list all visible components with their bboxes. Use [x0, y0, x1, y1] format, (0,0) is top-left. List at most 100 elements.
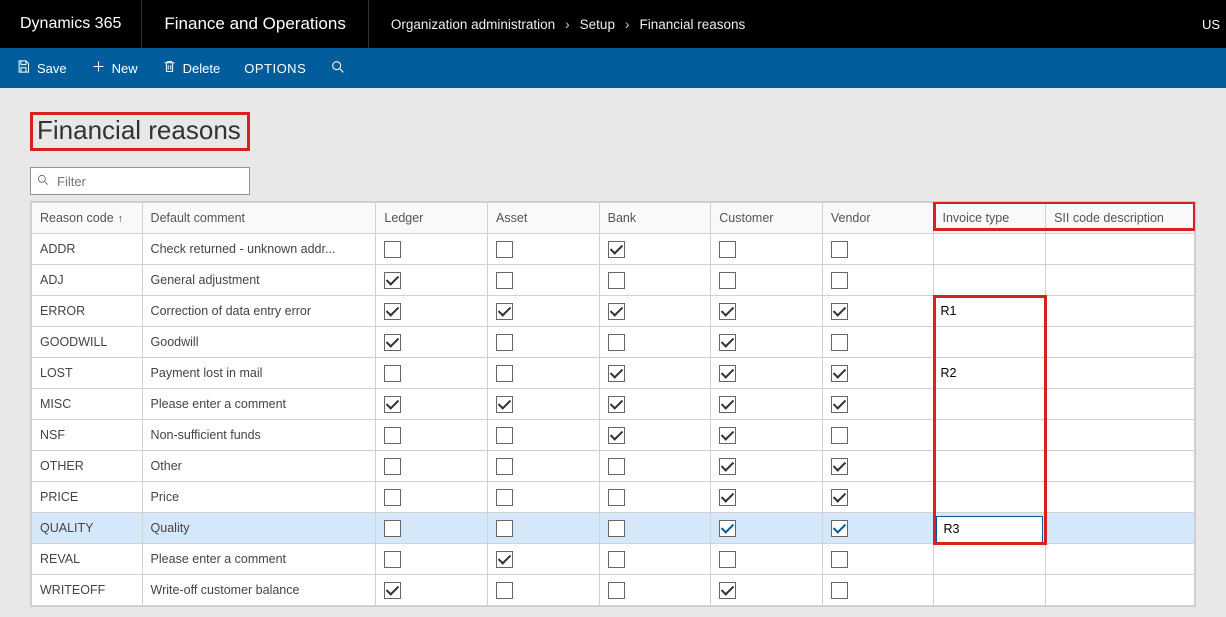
- cell-ledger[interactable]: [376, 482, 488, 513]
- checkbox[interactable]: [831, 489, 848, 506]
- cell-sii[interactable]: [1046, 234, 1195, 265]
- invoice-type-input[interactable]: [934, 420, 1045, 450]
- cell-reason-code[interactable]: ERROR: [32, 296, 143, 327]
- cell-invoice-type[interactable]: [934, 296, 1046, 327]
- table-row[interactable]: NSFNon-sufficient funds: [32, 420, 1195, 451]
- cell-asset[interactable]: [488, 327, 600, 358]
- invoice-type-input[interactable]: [934, 358, 1045, 388]
- cell-bank[interactable]: [599, 296, 711, 327]
- cell-reason-code[interactable]: ADJ: [32, 265, 143, 296]
- cell-sii[interactable]: [1046, 544, 1195, 575]
- cell-vendor[interactable]: [822, 451, 934, 482]
- invoice-type-input[interactable]: [934, 482, 1045, 512]
- cell-reason-code[interactable]: MISC: [32, 389, 143, 420]
- table-row[interactable]: ADDRCheck returned - unknown addr...: [32, 234, 1195, 265]
- checkbox[interactable]: [608, 241, 625, 258]
- cell-invoice-type[interactable]: [934, 327, 1046, 358]
- col-default-comment[interactable]: Default comment: [142, 203, 376, 234]
- cell-ledger[interactable]: [376, 327, 488, 358]
- col-customer[interactable]: Customer: [711, 203, 823, 234]
- checkbox[interactable]: [384, 520, 401, 537]
- checkbox[interactable]: [496, 241, 513, 258]
- app-title[interactable]: Finance and Operations: [142, 0, 368, 48]
- checkbox[interactable]: [608, 582, 625, 599]
- invoice-type-input[interactable]: [934, 327, 1045, 357]
- cell-ledger[interactable]: [376, 575, 488, 606]
- checkbox[interactable]: [719, 582, 736, 599]
- cell-sii[interactable]: [1046, 389, 1195, 420]
- cell-default-comment[interactable]: Payment lost in mail: [142, 358, 376, 389]
- checkbox[interactable]: [496, 489, 513, 506]
- cell-ledger[interactable]: [376, 420, 488, 451]
- cell-customer[interactable]: [711, 451, 823, 482]
- cell-vendor[interactable]: [822, 544, 934, 575]
- cell-ledger[interactable]: [376, 296, 488, 327]
- checkbox[interactable]: [496, 396, 513, 413]
- breadcrumb-item[interactable]: Financial reasons: [639, 17, 745, 32]
- cell-default-comment[interactable]: Price: [142, 482, 376, 513]
- cell-sii[interactable]: [1046, 327, 1195, 358]
- cell-asset[interactable]: [488, 575, 600, 606]
- table-row[interactable]: ERRORCorrection of data entry error: [32, 296, 1195, 327]
- cell-ledger[interactable]: [376, 358, 488, 389]
- cell-customer[interactable]: [711, 296, 823, 327]
- cell-default-comment[interactable]: Quality: [142, 513, 376, 544]
- checkbox[interactable]: [831, 520, 848, 537]
- cell-invoice-type[interactable]: [934, 575, 1046, 606]
- col-sii[interactable]: SII code description: [1046, 203, 1195, 234]
- options-button[interactable]: OPTIONS: [234, 48, 316, 88]
- checkbox[interactable]: [496, 520, 513, 537]
- checkbox[interactable]: [831, 551, 848, 568]
- table-row[interactable]: GOODWILLGoodwill: [32, 327, 1195, 358]
- col-reason-code[interactable]: Reason code↑: [32, 203, 143, 234]
- checkbox[interactable]: [384, 489, 401, 506]
- checkbox[interactable]: [384, 334, 401, 351]
- checkbox[interactable]: [831, 365, 848, 382]
- breadcrumb-item[interactable]: Organization administration: [391, 17, 555, 32]
- cell-asset[interactable]: [488, 420, 600, 451]
- cell-invoice-type[interactable]: [934, 265, 1046, 296]
- cell-customer[interactable]: [711, 482, 823, 513]
- cell-default-comment[interactable]: General adjustment: [142, 265, 376, 296]
- search-button[interactable]: [320, 48, 356, 88]
- cell-customer[interactable]: [711, 544, 823, 575]
- cell-asset[interactable]: [488, 358, 600, 389]
- checkbox[interactable]: [719, 334, 736, 351]
- save-button[interactable]: Save: [6, 48, 77, 88]
- cell-default-comment[interactable]: Please enter a comment: [142, 544, 376, 575]
- checkbox[interactable]: [608, 551, 625, 568]
- cell-ledger[interactable]: [376, 234, 488, 265]
- cell-sii[interactable]: [1046, 296, 1195, 327]
- checkbox[interactable]: [719, 365, 736, 382]
- invoice-type-input[interactable]: [934, 544, 1045, 574]
- checkbox[interactable]: [831, 334, 848, 351]
- checkbox[interactable]: [384, 396, 401, 413]
- col-invoice-type[interactable]: Invoice type: [934, 203, 1046, 234]
- filter-input[interactable]: [30, 167, 250, 195]
- cell-default-comment[interactable]: Correction of data entry error: [142, 296, 376, 327]
- cell-bank[interactable]: [599, 420, 711, 451]
- checkbox[interactable]: [384, 551, 401, 568]
- cell-default-comment[interactable]: Non-sufficient funds: [142, 420, 376, 451]
- col-asset[interactable]: Asset: [488, 203, 600, 234]
- checkbox[interactable]: [496, 582, 513, 599]
- checkbox[interactable]: [496, 303, 513, 320]
- cell-customer[interactable]: [711, 575, 823, 606]
- cell-sii[interactable]: [1046, 358, 1195, 389]
- cell-reason-code[interactable]: OTHER: [32, 451, 143, 482]
- col-ledger[interactable]: Ledger: [376, 203, 488, 234]
- cell-vendor[interactable]: [822, 513, 934, 544]
- cell-customer[interactable]: [711, 327, 823, 358]
- checkbox[interactable]: [719, 551, 736, 568]
- checkbox[interactable]: [831, 303, 848, 320]
- cell-invoice-type[interactable]: [934, 234, 1046, 265]
- cell-sii[interactable]: [1046, 482, 1195, 513]
- cell-default-comment[interactable]: Goodwill: [142, 327, 376, 358]
- cell-invoice-type[interactable]: [934, 482, 1046, 513]
- invoice-type-input[interactable]: [934, 265, 1045, 295]
- cell-ledger[interactable]: [376, 265, 488, 296]
- checkbox[interactable]: [384, 458, 401, 475]
- cell-sii[interactable]: [1046, 513, 1195, 544]
- checkbox[interactable]: [831, 396, 848, 413]
- checkbox[interactable]: [384, 427, 401, 444]
